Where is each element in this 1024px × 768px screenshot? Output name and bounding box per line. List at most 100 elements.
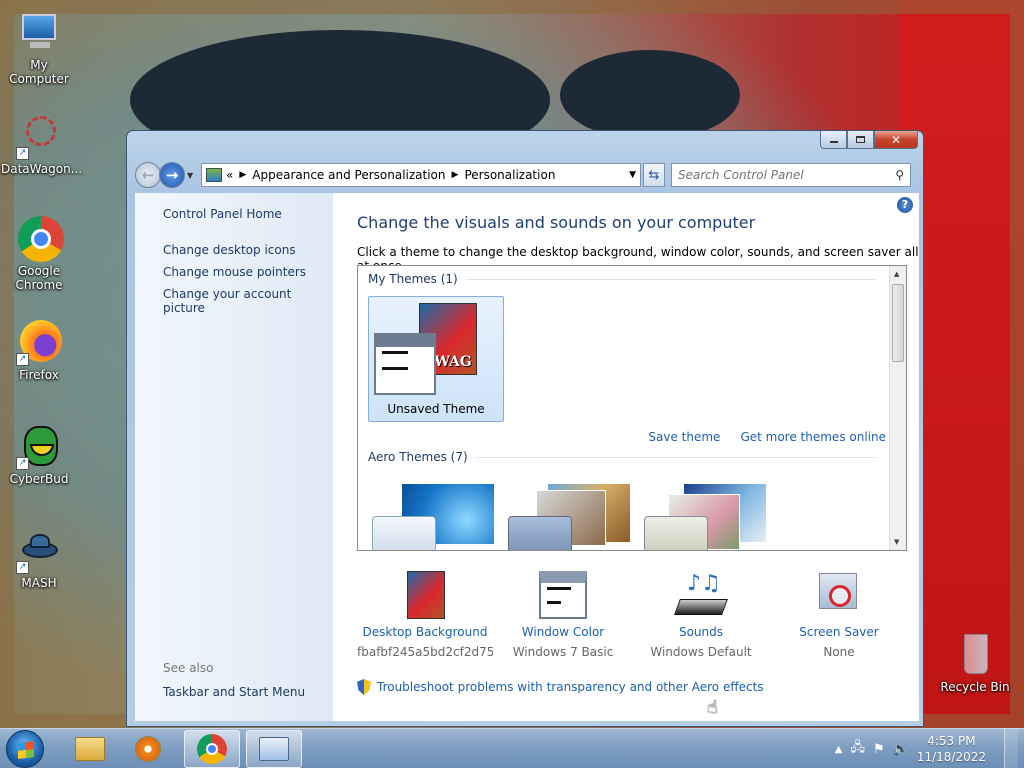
content-area: Control Panel Home Change desktop icons … xyxy=(135,193,919,721)
desktop-icon-label: CyberBud xyxy=(9,472,69,486)
screen-saver-icon xyxy=(815,571,863,619)
screen-saver-title[interactable]: Screen Saver xyxy=(771,625,907,639)
start-button[interactable] xyxy=(6,730,44,768)
breadcrumb-appearance[interactable]: Appearance and Personalization xyxy=(252,168,445,182)
system-tray: ▲ 🖧 ⚑ 🔈 4:53 PM 11/18/2022 xyxy=(835,729,1024,768)
breadcrumb-separator-icon[interactable]: ▶ xyxy=(452,170,459,180)
address-dropdown-icon[interactable]: ▼ xyxy=(629,170,636,180)
media-player-icon xyxy=(135,736,161,762)
action-center-icon[interactable]: ⚑ xyxy=(873,742,885,757)
caption-buttons: ✕ xyxy=(820,131,918,149)
minimize-button[interactable] xyxy=(820,131,847,149)
scroll-up-icon[interactable]: ▲ xyxy=(894,270,899,278)
change-account-picture-link[interactable]: Change your account picture xyxy=(163,287,333,315)
taskbar-explorer[interactable] xyxy=(62,730,118,768)
firefox-icon: ↗ xyxy=(16,320,62,366)
search-input[interactable] xyxy=(678,168,878,182)
desktop-icon-chrome[interactable]: Google Chrome xyxy=(1,216,77,292)
close-button[interactable]: ✕ xyxy=(874,131,918,149)
left-task-pane: Control Panel Home Change desktop icons … xyxy=(135,193,333,721)
save-theme-link[interactable]: Save theme xyxy=(648,430,720,444)
taskbar-control-panel[interactable] xyxy=(246,730,302,768)
troubleshoot-aero-link[interactable]: Troubleshoot problems with transparency … xyxy=(377,680,764,694)
maximize-button[interactable] xyxy=(847,131,874,149)
aero-theme-architecture[interactable] xyxy=(508,476,636,550)
desktop-icon-label: DataWagon... xyxy=(1,162,83,176)
screen-saver-setting[interactable]: Screen Saver None xyxy=(771,571,907,659)
taskbar-chrome[interactable] xyxy=(184,730,240,768)
clock-time: 4:53 PM xyxy=(927,734,976,748)
breadcrumb-overflow[interactable]: « xyxy=(226,168,233,182)
hand-cursor-icon: ☝ xyxy=(707,697,718,718)
chevron-down-icon: ▼ xyxy=(187,170,194,180)
show-desktop-button[interactable] xyxy=(1004,729,1018,768)
network-icon[interactable]: 🖧 xyxy=(850,738,865,760)
sounds-setting[interactable]: ♪♫ Sounds Windows Default xyxy=(633,571,769,659)
taskbar: ▲ 🖧 ⚑ 🔈 4:53 PM 11/18/2022 xyxy=(0,728,1024,768)
aero-theme-windows7[interactable] xyxy=(372,476,500,550)
get-more-themes-link[interactable]: Get more themes online xyxy=(740,430,886,444)
page-title: Change the visuals and sounds on your co… xyxy=(357,213,756,232)
clock[interactable]: 4:53 PM 11/18/2022 xyxy=(917,733,986,765)
taskbar-start-menu-link[interactable]: Taskbar and Start Menu xyxy=(163,685,305,699)
refresh-icon: ⇆ xyxy=(648,167,660,183)
desktop-icon-my-computer[interactable]: My Computer xyxy=(1,10,77,86)
desktop-background-title[interactable]: Desktop Background xyxy=(357,625,493,639)
datawagon-icon: ↗ xyxy=(16,114,62,160)
minimize-icon xyxy=(829,141,838,143)
window-color-title[interactable]: Window Color xyxy=(495,625,631,639)
aero-themes-header: Aero Themes (7) xyxy=(358,450,906,464)
refresh-button[interactable]: ⇆ xyxy=(643,163,665,187)
mash-icon: ↗ xyxy=(16,528,62,574)
theme-unsaved[interactable]: SWAG Unsaved Theme xyxy=(368,296,504,422)
breadcrumb-separator-icon[interactable]: ▶ xyxy=(239,170,246,180)
personalization-window: ✕ ← → ▼ « ▶ Appearance and Personalizati… xyxy=(126,130,924,727)
breadcrumb-personalization[interactable]: Personalization xyxy=(464,168,555,182)
scroll-thumb[interactable] xyxy=(892,284,904,362)
window-color-preview xyxy=(374,333,436,395)
sounds-title[interactable]: Sounds xyxy=(633,625,769,639)
desktop-icon-datawagon[interactable]: ↗ DataWagon... xyxy=(1,114,83,176)
desktop-background-setting[interactable]: Desktop Background fbafbf245a5bd2cf2d750… xyxy=(357,571,493,659)
volume-icon[interactable]: 🔈 xyxy=(893,742,909,757)
desktop-icon-recycle-bin[interactable]: Recycle Bin xyxy=(937,632,1013,694)
change-mouse-pointers-link[interactable]: Change mouse pointers xyxy=(163,265,333,279)
show-hidden-icons-icon[interactable]: ▲ xyxy=(835,744,843,755)
cyberbud-icon: ↗ xyxy=(16,424,62,470)
troubleshoot-row: Troubleshoot problems with transparency … xyxy=(357,679,764,695)
desktop-icon-label: My Computer xyxy=(9,58,69,86)
shield-icon xyxy=(357,679,371,695)
desktop-icon-label: Recycle Bin xyxy=(940,680,1010,694)
shortcut-arrow-icon: ↗ xyxy=(16,457,29,470)
themes-list[interactable]: My Themes (1) SWAG Unsaved Theme Save th… xyxy=(357,265,907,551)
search-box[interactable]: ⚲ xyxy=(671,163,911,187)
desktop-icon-mash[interactable]: ↗ MASH xyxy=(1,528,77,590)
maximize-icon xyxy=(856,136,865,143)
desktop-icon-label: Google Chrome xyxy=(15,264,63,292)
taskbar-media-player[interactable] xyxy=(120,730,176,768)
desktop-icon-cyberbud[interactable]: ↗ CyberBud xyxy=(1,424,77,486)
search-icon[interactable]: ⚲ xyxy=(895,168,904,182)
main-pane: ? Change the visuals and sounds on your … xyxy=(333,193,919,721)
scroll-down-icon[interactable]: ▼ xyxy=(894,538,899,546)
theme-settings-row: Desktop Background fbafbf245a5bd2cf2d750… xyxy=(357,571,907,659)
change-desktop-icons-link[interactable]: Change desktop icons xyxy=(163,243,333,257)
control-panel-home-link[interactable]: Control Panel Home xyxy=(163,207,333,221)
forward-button[interactable]: → xyxy=(159,162,185,188)
screen-saver-value: None xyxy=(823,645,855,659)
recent-pages-dropdown[interactable]: ▼ xyxy=(187,171,199,180)
wallpaper-figure-ear xyxy=(560,50,740,140)
desktop-icon-firefox[interactable]: ↗ Firefox xyxy=(1,320,77,382)
shortcut-arrow-icon: ↗ xyxy=(16,561,29,574)
help-icon[interactable]: ? xyxy=(897,197,913,213)
computer-icon xyxy=(16,10,62,56)
see-also-heading: See also xyxy=(163,661,214,675)
back-button[interactable]: ← xyxy=(135,162,161,188)
desktop-background-icon xyxy=(401,571,449,619)
forward-arrow-icon: → xyxy=(165,166,179,184)
window-color-setting[interactable]: Window Color Windows 7 Basic xyxy=(495,571,631,659)
aero-theme-landscapes[interactable] xyxy=(644,476,772,550)
themes-scrollbar[interactable]: ▲ ▼ xyxy=(889,266,906,550)
shortcut-arrow-icon: ↗ xyxy=(16,353,29,366)
address-bar[interactable]: « ▶ Appearance and Personalization ▶ Per… xyxy=(201,163,641,187)
